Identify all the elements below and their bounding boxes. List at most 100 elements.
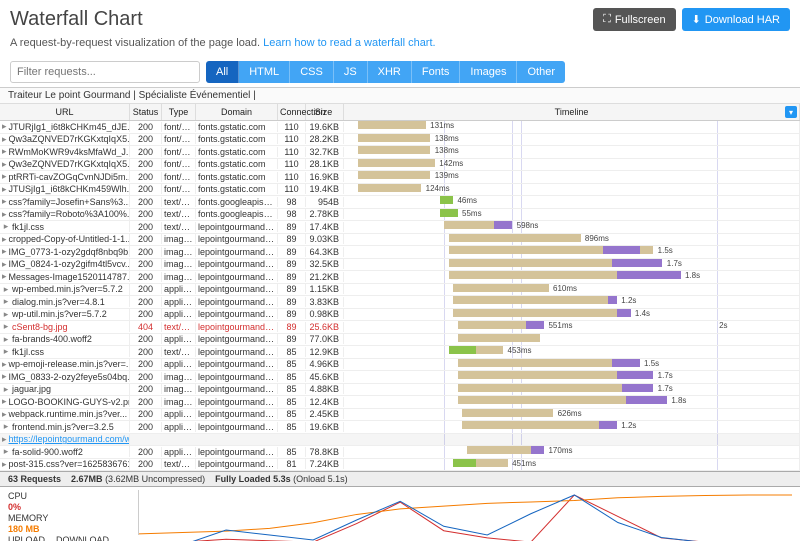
expand-icon[interactable]: ▸ bbox=[2, 196, 7, 207]
expand-icon[interactable]: ▸ bbox=[2, 121, 7, 132]
filter-input[interactable] bbox=[10, 61, 200, 83]
request-type: font/w... bbox=[162, 134, 196, 144]
request-row[interactable]: ▸cSent8-bg.jpg404text/h...lepointgourman… bbox=[0, 321, 800, 334]
request-row[interactable]: ▸Qw3aZQNVED7rKGKxtqIqX5...200font/w...fo… bbox=[0, 134, 800, 147]
request-domain: lepointgourmand.com bbox=[196, 347, 278, 357]
filter-tab-html[interactable]: HTML bbox=[239, 61, 290, 83]
request-size: 4.88KB bbox=[306, 384, 344, 394]
expand-icon[interactable]: ▸ bbox=[2, 259, 7, 270]
request-row[interactable]: ▸css?family=Josefin+Sans%3...200text/css… bbox=[0, 196, 800, 209]
filter-tab-css[interactable]: CSS bbox=[290, 61, 334, 83]
request-row[interactable]: ▸post-315.css?ver=1625836761200text/cssl… bbox=[0, 459, 800, 472]
request-row[interactable]: ▸fk1jl.css200text/csslepointgourmand.com… bbox=[0, 221, 800, 234]
expand-icon[interactable]: ▸ bbox=[2, 321, 10, 332]
request-timeline: 1.5s bbox=[344, 359, 800, 371]
learn-link[interactable]: Learn how to read a waterfall chart. bbox=[263, 37, 435, 49]
request-url: fa-brands-400.woff2 bbox=[12, 334, 92, 344]
filter-tab-images[interactable]: Images bbox=[460, 61, 517, 83]
request-row[interactable]: ▸fa-solid-900.woff2200applic...lepointgo… bbox=[0, 446, 800, 459]
expand-icon[interactable]: ▸ bbox=[2, 284, 10, 295]
request-type: applic... bbox=[162, 422, 196, 432]
expand-icon[interactable]: ▸ bbox=[2, 334, 10, 345]
request-domain: fonts.gstatic.com bbox=[196, 134, 278, 144]
col-domain[interactable]: Domain bbox=[196, 104, 278, 120]
request-row[interactable]: ▸ptRRTi-cavZOGqCvnNJDi5m...200font/w...f… bbox=[0, 171, 800, 184]
request-connection: 98 bbox=[278, 197, 306, 207]
request-row[interactable]: ▸webpack.runtime.min.js?ver...200applic.… bbox=[0, 409, 800, 422]
request-timeline: 1.2s bbox=[344, 296, 800, 308]
request-row[interactable]: ▸fk1jl.css200text/csslepointgourmand.com… bbox=[0, 346, 800, 359]
timeline-dropdown-icon[interactable]: ▾ bbox=[785, 106, 797, 118]
col-timeline[interactable]: Timeline▾ bbox=[344, 104, 800, 120]
request-row[interactable]: ▸JTUSjIg1_i6t8kCHKm459Wlh...200font/w...… bbox=[0, 184, 800, 197]
request-row[interactable]: ▸wp-emoji-release.min.js?ver=...200appli… bbox=[0, 359, 800, 372]
request-type: font/w... bbox=[162, 122, 196, 132]
expand-icon[interactable]: ▸ bbox=[2, 134, 7, 145]
filter-tab-fonts[interactable]: Fonts bbox=[412, 61, 461, 83]
expand-icon[interactable]: ▸ bbox=[2, 434, 7, 445]
request-row[interactable]: ▸https://lepointgourmand.com/wp-content/… bbox=[0, 434, 800, 447]
request-row[interactable]: ▸JTURjIg1_i6t8kCHKm45_dJE...200font/w...… bbox=[0, 121, 800, 134]
request-row[interactable]: ▸cropped-Copy-of-Untitled-1-1...200image… bbox=[0, 234, 800, 247]
request-row[interactable]: ▸IMG_0773-1-ozy2gdqf8nbq9b...200image/..… bbox=[0, 246, 800, 259]
expand-icon[interactable]: ▸ bbox=[2, 346, 10, 357]
request-status: 200 bbox=[130, 397, 162, 407]
col-connection[interactable]: Connection bbox=[278, 104, 306, 120]
expand-icon[interactable]: ▸ bbox=[2, 371, 7, 382]
expand-icon[interactable]: ▸ bbox=[2, 396, 7, 407]
expand-icon[interactable]: ▸ bbox=[2, 446, 10, 457]
expand-icon[interactable]: ▸ bbox=[2, 309, 10, 320]
request-row[interactable]: ▸Messages-Image1520114787...200image/...… bbox=[0, 271, 800, 284]
expand-icon[interactable]: ▸ bbox=[2, 409, 7, 420]
download-har-button[interactable]: ⬇Download HAR bbox=[682, 8, 790, 31]
expand-icon[interactable]: ▸ bbox=[2, 146, 7, 157]
expand-icon[interactable]: ▸ bbox=[2, 184, 7, 195]
request-type: text/css bbox=[162, 209, 196, 219]
request-size: 3.83KB bbox=[306, 297, 344, 307]
request-row[interactable]: ▸LOGO-BOOKING-GUYS-v2.png200image/...lep… bbox=[0, 396, 800, 409]
expand-icon[interactable]: ▸ bbox=[2, 296, 10, 307]
filter-tab-other[interactable]: Other bbox=[517, 61, 565, 83]
request-type: text/css bbox=[162, 197, 196, 207]
expand-icon[interactable]: ▸ bbox=[2, 171, 7, 182]
col-status[interactable]: Status bbox=[130, 104, 162, 120]
col-size[interactable]: Size bbox=[306, 104, 344, 120]
request-connection: 85 bbox=[278, 397, 306, 407]
filter-tab-all[interactable]: All bbox=[206, 61, 239, 83]
request-row[interactable]: ▸RWmMoKWR9v4ksMfaWd_J...200font/w...font… bbox=[0, 146, 800, 159]
request-row[interactable]: ▸dialog.min.js?ver=4.8.1200applic...lepo… bbox=[0, 296, 800, 309]
request-row[interactable]: ▸fa-brands-400.woff2200applic...lepointg… bbox=[0, 334, 800, 347]
filter-tab-js[interactable]: JS bbox=[334, 61, 368, 83]
filter-tab-xhr[interactable]: XHR bbox=[368, 61, 412, 83]
expand-icon[interactable]: ▸ bbox=[2, 221, 10, 232]
col-type[interactable]: Type bbox=[162, 104, 196, 120]
request-row[interactable]: ▸Qw3eZQNVED7rKGKxtqIqX5...200font/w...fo… bbox=[0, 159, 800, 172]
request-timeline: 626ms bbox=[344, 409, 800, 421]
expand-icon[interactable]: ▸ bbox=[2, 359, 7, 370]
request-type: font/w... bbox=[162, 172, 196, 182]
request-row[interactable]: ▸css?family=Roboto%3A100%...200text/cssf… bbox=[0, 209, 800, 222]
col-url[interactable]: URL bbox=[0, 104, 130, 120]
expand-icon[interactable]: ▸ bbox=[2, 246, 7, 257]
expand-icon[interactable]: ▸ bbox=[2, 459, 7, 470]
request-connection: 89 bbox=[278, 234, 306, 244]
request-row[interactable]: ▸frontend.min.js?ver=3.2.5200applic...le… bbox=[0, 421, 800, 434]
request-row[interactable]: ▸jaguar.jpg200image/...lepointgourmand.c… bbox=[0, 384, 800, 397]
request-row[interactable]: ▸wp-embed.min.js?ver=5.7.2200applic...le… bbox=[0, 284, 800, 297]
request-status: 200 bbox=[130, 447, 162, 457]
expand-icon[interactable]: ▸ bbox=[2, 209, 7, 220]
expand-icon[interactable]: ▸ bbox=[2, 421, 10, 432]
request-domain: lepointgourmand.com bbox=[196, 297, 278, 307]
request-type: font/w... bbox=[162, 159, 196, 169]
expand-icon[interactable]: ▸ bbox=[2, 384, 10, 395]
request-row[interactable]: ▸IMG_0833-2-ozy2feye5s04bq...200image/..… bbox=[0, 371, 800, 384]
request-row[interactable]: ▸wp-util.min.js?ver=5.7.2200applic...lep… bbox=[0, 309, 800, 322]
expand-icon[interactable]: ▸ bbox=[2, 271, 7, 282]
expand-icon[interactable]: ▸ bbox=[2, 159, 7, 170]
expand-icon[interactable]: ▸ bbox=[2, 234, 7, 245]
request-row[interactable]: ▸IMG_0824-1-ozy2gifm4tl5vcv...200image/.… bbox=[0, 259, 800, 272]
fullscreen-button[interactable]: ⛶Fullscreen bbox=[593, 8, 675, 31]
subtitle: A request-by-request visualization of th… bbox=[0, 35, 800, 57]
request-size: 16.9KB bbox=[306, 172, 344, 182]
request-url: frontend.min.js?ver=3.2.5 bbox=[12, 422, 114, 432]
